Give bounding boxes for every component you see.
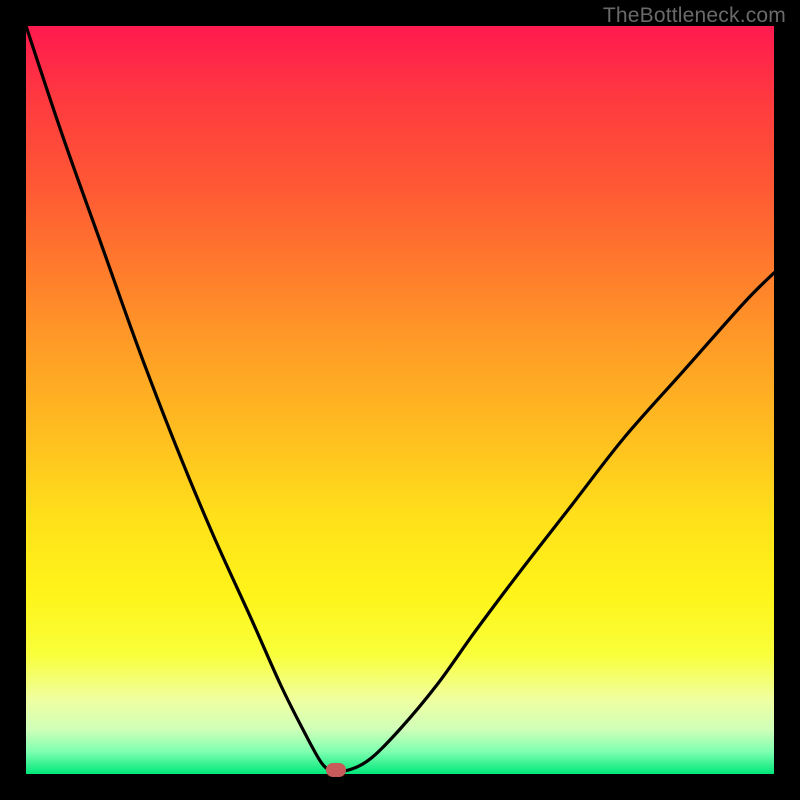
chart-frame: TheBottleneck.com <box>0 0 800 800</box>
bottleneck-curve <box>26 26 774 774</box>
optimal-point-marker <box>326 763 346 777</box>
plot-area <box>26 26 774 774</box>
watermark-text: TheBottleneck.com <box>603 4 786 28</box>
